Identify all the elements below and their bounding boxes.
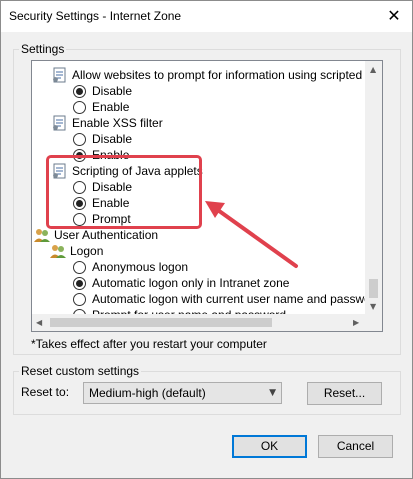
radio-button[interactable]: [73, 260, 86, 274]
vertical-scrollbar[interactable]: ▲ ▼: [365, 61, 382, 315]
radio-button[interactable]: [73, 100, 86, 114]
tree-setting: Allow websites to prompt for information…: [52, 67, 366, 83]
scroll-down-icon[interactable]: ▼: [370, 302, 376, 311]
tree-item-label: Automatic logon only in Intranet zone: [92, 276, 290, 290]
security-settings-dialog: Security Settings - Internet Zone ✕ Sett…: [0, 0, 413, 479]
radio-button[interactable]: [73, 276, 86, 290]
tree-item-label: Automatic logon with current user name a…: [92, 292, 366, 306]
annotation-arrow: [205, 201, 298, 268]
chevron-down-icon: ▼: [269, 388, 276, 398]
reset-level-value: Medium-high (default): [89, 386, 206, 400]
tree-category: User Authentication: [34, 227, 158, 243]
tree-setting: Enable XSS filter: [52, 115, 163, 131]
cancel-button[interactable]: Cancel: [318, 435, 393, 458]
horizontal-scroll-thumb[interactable]: [50, 318, 272, 327]
tree-item-label: Logon: [70, 244, 104, 258]
restart-note: *Takes effect after you restart your com…: [31, 337, 267, 351]
radio-button[interactable]: [73, 292, 86, 306]
ok-button[interactable]: OK: [232, 435, 307, 458]
users-icon: [34, 227, 50, 243]
tree-item-label: Disable: [92, 84, 133, 98]
settings-page-icon: [52, 67, 68, 83]
radio-option[interactable]: Disable: [73, 83, 132, 99]
settings-page-icon: [52, 115, 68, 131]
radio-option[interactable]: Disable: [73, 131, 132, 147]
settings-group-label: Settings: [19, 42, 67, 56]
tree-setting: Logon: [50, 243, 103, 259]
scroll-right-icon[interactable]: ▶: [353, 318, 359, 327]
tree-item-label: Anonymous logon: [92, 260, 189, 274]
scroll-corner: [365, 314, 382, 331]
radio-option[interactable]: Automatic logon with current user name a…: [73, 291, 366, 307]
tree-item-label: Enable: [92, 100, 130, 114]
close-icon[interactable]: ✕: [386, 8, 402, 24]
annotation-highlight-box: [46, 155, 202, 229]
reset-level-select[interactable]: Medium-high (default) ▼: [83, 382, 282, 404]
reset-button[interactable]: Reset...: [307, 382, 382, 405]
users-icon: [50, 243, 66, 259]
radio-button[interactable]: [73, 84, 86, 98]
title-bar: Security Settings - Internet Zone ✕: [1, 1, 412, 32]
radio-option[interactable]: Anonymous logon: [73, 259, 188, 275]
tree-item-label: Disable: [92, 132, 133, 146]
tree-item-label: User Authentication: [54, 228, 159, 242]
radio-option[interactable]: Enable: [73, 99, 129, 115]
window-title: Security Settings - Internet Zone: [9, 9, 182, 23]
vertical-scroll-thumb[interactable]: [369, 279, 378, 298]
radio-option[interactable]: Automatic logon only in Intranet zone: [73, 275, 289, 291]
tree-item-label: Enable XSS filter: [72, 116, 163, 130]
reset-to-label: Reset to:: [21, 385, 70, 399]
reset-group-label: Reset custom settings: [19, 364, 142, 378]
tree-item-label: Allow websites to prompt for information…: [72, 68, 366, 82]
scroll-up-icon[interactable]: ▲: [370, 65, 376, 74]
radio-button[interactable]: [73, 132, 86, 146]
horizontal-scrollbar[interactable]: ◀ ▶: [32, 314, 366, 331]
scroll-left-icon[interactable]: ◀: [36, 318, 42, 327]
